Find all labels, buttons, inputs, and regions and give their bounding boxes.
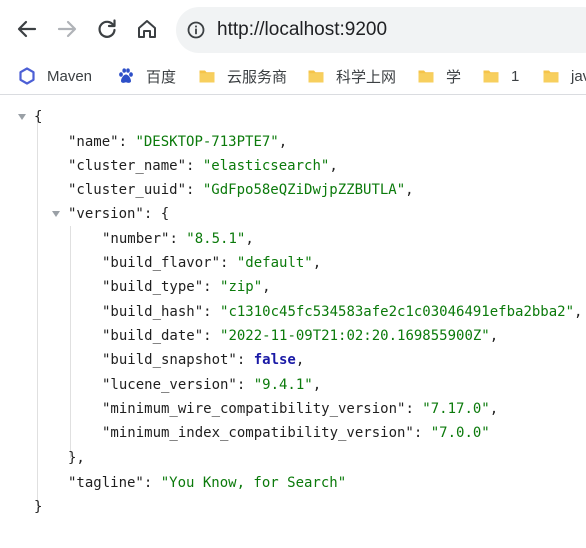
bookmark-label: Maven xyxy=(47,67,93,85)
info-icon[interactable] xyxy=(187,21,205,39)
url-text[interactable]: http://localhost:9200 xyxy=(217,19,387,41)
address-bar[interactable]: http://localhost:9200 xyxy=(176,7,586,53)
reload-icon xyxy=(98,19,116,38)
indent-guide xyxy=(37,120,38,507)
json-row-min-index-compat: "minimum_index_compatibility_version": "… xyxy=(102,425,490,441)
bookmark-folder-proxy[interactable]: 科学上网 xyxy=(307,58,396,94)
forward-button[interactable] xyxy=(51,13,83,45)
json-row-build-flavor: "build_flavor": "default", xyxy=(102,255,322,271)
json-row-min-wire-compat: "minimum_wire_compatibility_version": "7… xyxy=(102,401,499,417)
bookmarks-bar: Maven 百度 云服务商 科学上网 学 1 ja xyxy=(0,58,586,94)
bookmark-label: 1 xyxy=(511,67,520,85)
json-row-build-snapshot: "build_snapshot": false, xyxy=(102,352,305,368)
json-open-brace: { xyxy=(34,109,43,125)
bookmark-baidu[interactable]: 百度 xyxy=(117,58,176,94)
collapse-triangle-icon[interactable] xyxy=(51,209,61,219)
home-icon xyxy=(138,20,156,38)
json-row-number: "number": "8.5.1", xyxy=(102,231,254,247)
reload-button[interactable] xyxy=(91,13,123,45)
maven-hexagon-icon xyxy=(19,67,35,85)
bookmark-label: 科学上网 xyxy=(336,68,397,86)
json-row-build-hash: "build_hash": "c1310c45fc534583afe2c1c03… xyxy=(102,304,583,320)
folder-icon xyxy=(308,70,324,83)
json-row-build-date: "build_date": "2022-11-09T21:02:20.16985… xyxy=(102,328,499,344)
folder-icon xyxy=(418,70,434,83)
bookmark-folder-java[interactable]: jav xyxy=(542,58,586,94)
json-close-brace: } xyxy=(34,499,43,515)
json-row-lucene-version: "lucene_version": "9.4.1", xyxy=(102,377,322,393)
folder-icon xyxy=(543,70,559,83)
bookmark-label: jav xyxy=(571,67,586,85)
folder-icon xyxy=(199,70,215,83)
json-viewer: { "name": "DESKTOP-713PTE7", "cluster_na… xyxy=(0,95,586,548)
arrow-right-icon xyxy=(57,20,77,38)
json-row-name: "name": "DESKTOP-713PTE7", xyxy=(68,134,288,150)
baidu-paw-icon xyxy=(119,68,133,83)
json-row-build-type: "build_type": "zip", xyxy=(102,279,271,295)
arrow-left-icon xyxy=(17,20,37,38)
back-button[interactable] xyxy=(11,13,43,45)
indent-guide xyxy=(70,226,71,458)
browser-toolbar: http://localhost:9200 xyxy=(0,0,586,58)
json-row-version: "version": { xyxy=(68,206,170,222)
json-row-cluster-name: "cluster_name": "elasticsearch", xyxy=(68,158,338,174)
bookmark-folder-cloud[interactable]: 云服务商 xyxy=(198,58,287,94)
bookmark-folder-1[interactable]: 1 xyxy=(482,58,519,94)
json-version-close: }, xyxy=(68,450,85,466)
json-row-tagline: "tagline": "You Know, for Search" xyxy=(68,475,347,491)
bookmark-label: 学 xyxy=(446,68,462,86)
bookmark-folder-study[interactable]: 学 xyxy=(417,58,461,94)
bookmark-label: 百度 xyxy=(146,68,177,86)
collapse-triangle-icon[interactable] xyxy=(17,112,27,122)
bookmark-label: 云服务商 xyxy=(227,68,288,86)
json-row-cluster-uuid: "cluster_uuid": "GdFpo58eQZiDwjpZZBUTLA"… xyxy=(68,182,414,198)
folder-icon xyxy=(483,70,499,83)
bookmark-maven[interactable]: Maven xyxy=(18,58,92,94)
home-button[interactable] xyxy=(131,13,163,45)
